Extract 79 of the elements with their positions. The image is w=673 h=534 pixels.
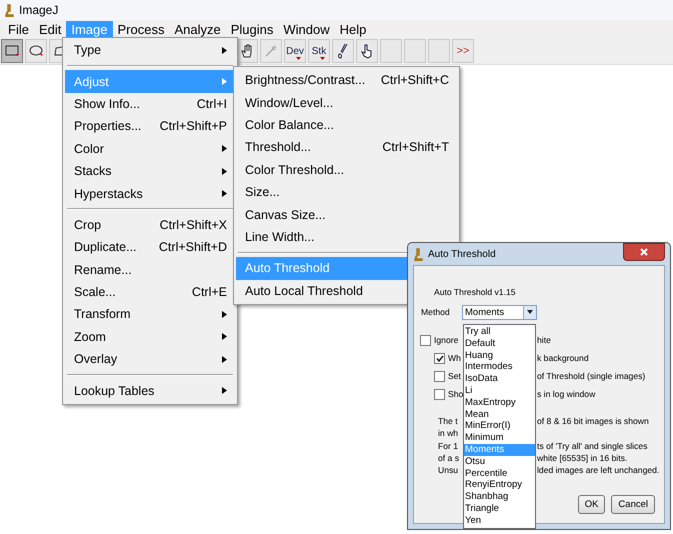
- note-text: The t: [438, 416, 458, 426]
- note-text: of 8 & 16 bit images is shown: [537, 416, 650, 426]
- microscope-icon: [4, 4, 14, 16]
- checkbox[interactable]: [434, 352, 445, 364]
- close-button[interactable]: [623, 243, 665, 261]
- rectangle-icon: [5, 45, 19, 57]
- option-label: Sho: [448, 389, 464, 399]
- menu-item[interactable]: Scale... Ctrl+E: [65, 280, 235, 304]
- menu-bar-item[interactable]: Window: [278, 20, 335, 38]
- menu-bar-item[interactable]: Help: [334, 20, 372, 38]
- window-title: ImageJ: [19, 3, 58, 17]
- menu-item[interactable]: Zoom: [65, 326, 235, 348]
- menu-item[interactable]: Duplicate... Ctrl+Shift+D: [65, 236, 235, 259]
- tool-button[interactable]: [1, 39, 23, 63]
- option-label: hite: [537, 335, 552, 345]
- method-label: Method: [421, 307, 450, 317]
- menu-item[interactable]: Threshold... Ctrl+Shift+T: [236, 136, 457, 159]
- more-tools-button[interactable]: >>: [452, 39, 474, 63]
- menu-bar-item[interactable]: Plugins: [226, 20, 278, 38]
- menu-item[interactable]: Line Width...: [236, 226, 457, 248]
- pointing-hand-icon: [361, 44, 373, 58]
- menu-item[interactable]: Window/Level...: [236, 91, 457, 114]
- note-text: Unsu: [438, 465, 458, 476]
- note-text: ts of 'Try all' and single slices: [537, 440, 648, 451]
- menu-bar-item[interactable]: Analyze: [169, 20, 226, 38]
- oval-icon: [28, 45, 44, 57]
- close-icon: [640, 248, 648, 256]
- menu-item[interactable]: Color Threshold...: [236, 158, 457, 181]
- option-label: Set: [448, 371, 461, 381]
- menu-item[interactable]: Show Info... Ctrl+I: [65, 92, 235, 116]
- dropdown-triangle-icon: [320, 57, 325, 60]
- note-text: in wh: [438, 428, 458, 438]
- dialog-button[interactable]: OK: [578, 495, 606, 514]
- hand-icon: [241, 44, 253, 58]
- tool-menu-button[interactable]: Stk: [308, 39, 330, 63]
- menu-bar-item[interactable]: Process: [112, 20, 170, 38]
- menu-bar-item[interactable]: File: [3, 20, 34, 38]
- brush-icon: [337, 43, 349, 59]
- option-label: s in log window: [537, 389, 596, 399]
- menu-item[interactable]: Size...: [236, 180, 457, 204]
- menu-item[interactable]: Rename...: [65, 258, 235, 281]
- microscope-icon: [413, 248, 423, 260]
- tool-button[interactable]: [25, 39, 47, 63]
- option-label: Wh: [448, 353, 461, 363]
- version-label: Auto Threshold v1.15: [433, 287, 517, 299]
- dropdown-arrow-icon: [527, 310, 533, 314]
- note-text: white [65535] in 16 bits.: [537, 453, 628, 464]
- checkbox[interactable]: [434, 388, 445, 400]
- tool-button[interactable]: [356, 39, 378, 63]
- checkbox[interactable]: [420, 334, 431, 346]
- menu-item[interactable]: Crop Ctrl+Shift+X: [65, 214, 235, 236]
- menu-item[interactable]: Overlay: [65, 348, 235, 370]
- menu-item[interactable]: Stacks: [65, 160, 235, 182]
- menu-item[interactable]: Canvas Size...: [236, 203, 457, 226]
- note-text: For 1: [438, 440, 458, 451]
- dialog-button[interactable]: Cancel: [611, 495, 655, 514]
- option-label: of Threshold (single images): [537, 371, 646, 381]
- option-label: k background: [537, 353, 590, 363]
- note-text: lded images are left unchanged.: [537, 465, 660, 476]
- menu-item[interactable]: Properties... Ctrl+Shift+P: [65, 115, 235, 138]
- tool-button[interactable]: [332, 39, 354, 63]
- dialog-title: Auto Threshold: [428, 248, 497, 260]
- menu-item[interactable]: Color: [65, 138, 235, 160]
- menu-item[interactable]: Hyperstacks: [65, 182, 235, 205]
- checkmark-icon: [436, 354, 444, 362]
- method-select[interactable]: Moments: [462, 304, 537, 320]
- checkbox[interactable]: [434, 370, 445, 382]
- menu-item[interactable]: Transform: [65, 303, 235, 326]
- dropdown-triangle-icon: [296, 57, 301, 60]
- menu-bar-item[interactable]: Edit: [34, 20, 66, 38]
- menu-item[interactable]: Brightness/Contrast... Ctrl+Shift+C: [236, 69, 457, 92]
- tool-menu-button[interactable]: Dev: [284, 39, 306, 63]
- menu-item[interactable]: Type: [65, 39, 235, 62]
- tool-button[interactable]: [236, 39, 258, 63]
- menu-item[interactable]: Lookup Tables: [65, 379, 235, 402]
- menu-item[interactable]: Color Balance...: [236, 114, 457, 136]
- option-label: Ignore: [434, 335, 458, 345]
- eyedropper-icon: [264, 44, 278, 58]
- note-text: of a s: [438, 453, 460, 464]
